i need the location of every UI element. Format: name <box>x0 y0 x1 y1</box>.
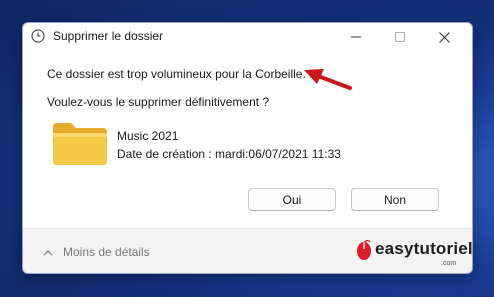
mouse-logo-icon <box>357 239 371 260</box>
watermark-text: easytutoriel <box>375 239 473 258</box>
minimize-icon <box>351 36 361 38</box>
chevron-up-icon <box>43 249 53 255</box>
delete-folder-dialog: Supprimer le dossier Ce dossier est trop… <box>22 22 473 274</box>
folder-icon <box>53 123 107 165</box>
window-title: Supprimer le dossier <box>53 29 164 43</box>
watermark-subtext: .com <box>441 260 457 267</box>
maximize-icon <box>395 32 405 42</box>
minimize-button[interactable] <box>334 23 378 51</box>
close-icon <box>438 31 450 43</box>
less-details-label: Moins de détails <box>63 245 150 259</box>
less-details-toggle[interactable]: Moins de détails <box>43 245 150 259</box>
message-line-2: Voulez-vous le supprimer définitivement … <box>47 95 270 109</box>
yes-button[interactable]: Oui <box>248 188 336 211</box>
title-bar[interactable]: Supprimer le dossier <box>23 23 472 51</box>
clock-icon <box>31 29 45 43</box>
message-line-1: Ce dossier est trop volumineux pour la C… <box>47 67 306 81</box>
no-button[interactable]: Non <box>351 188 439 211</box>
maximize-button[interactable] <box>378 23 422 51</box>
dialog-footer: Moins de détails easytutoriel .com <box>23 228 473 273</box>
close-button[interactable] <box>422 23 466 51</box>
folder-creation-date: Date de création : mardi:06/07/2021 11:3… <box>117 147 341 161</box>
folder-name: Music 2021 <box>117 129 179 143</box>
